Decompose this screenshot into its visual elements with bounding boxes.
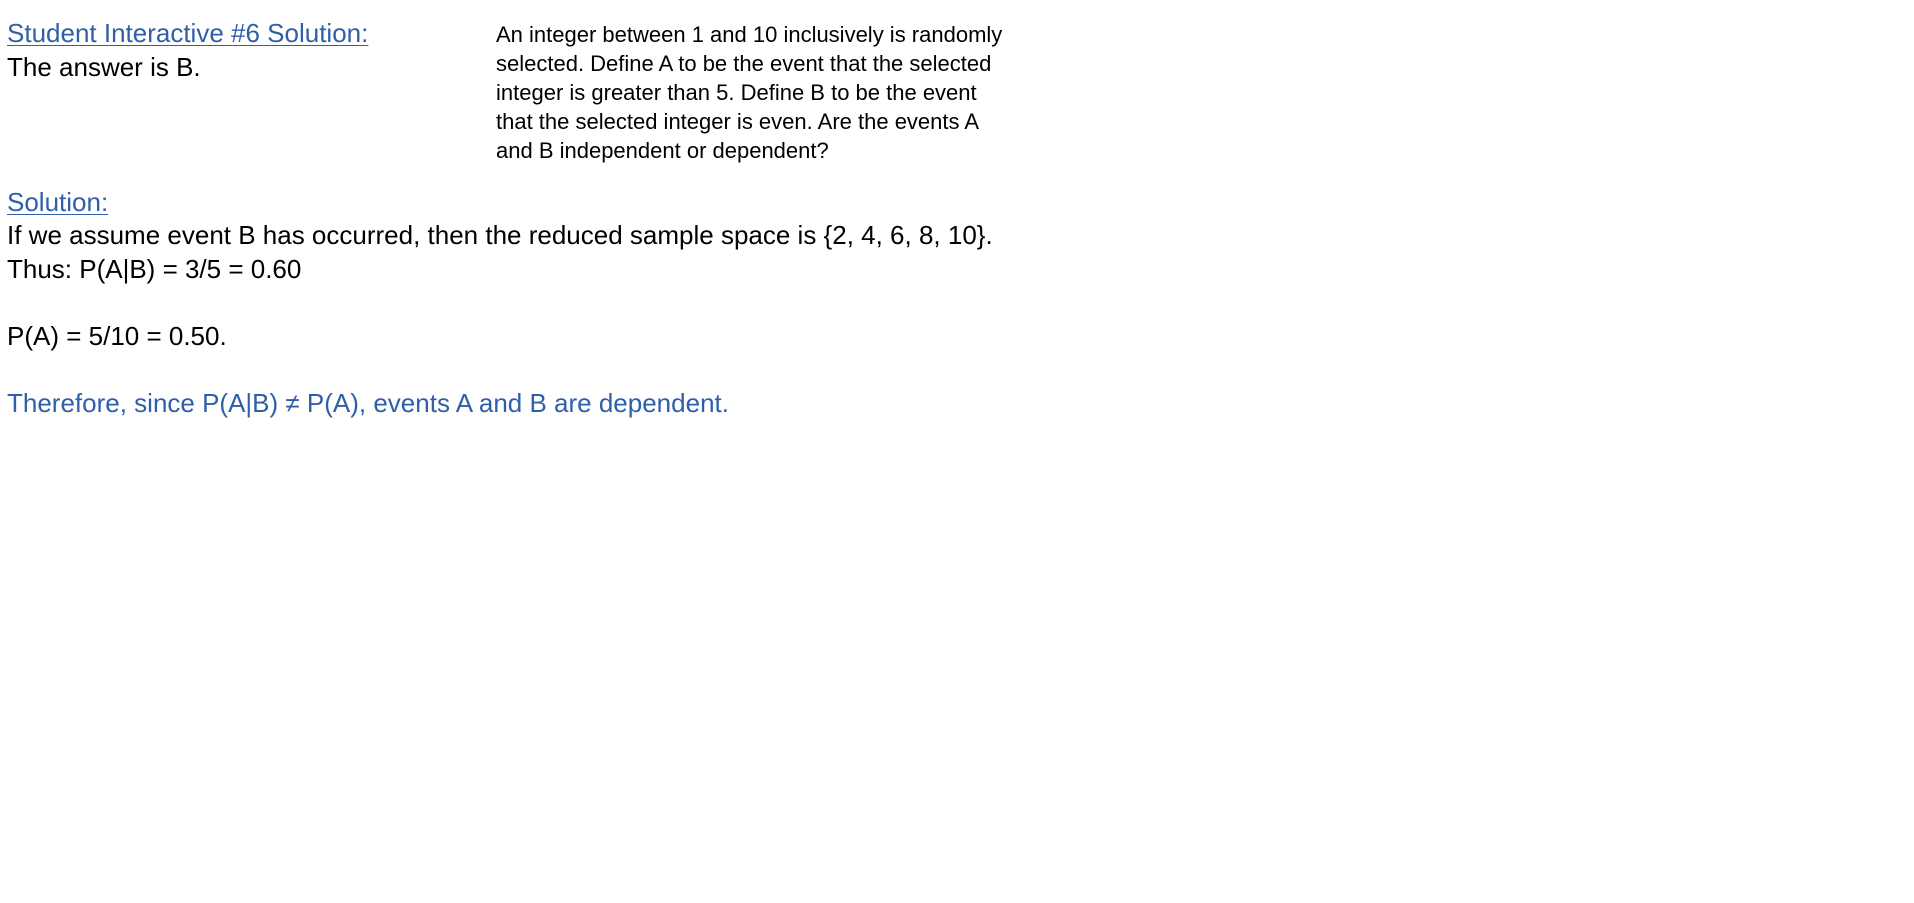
answer-text: The answer is B. <box>7 52 201 82</box>
solution-line-conditional-probability: Thus: P(A|B) = 3/5 = 0.60 <box>7 254 302 284</box>
solution-line-probability-a: P(A) = 5/10 = 0.50. <box>7 321 227 351</box>
solution-line-sample-space: If we assume event B has occurred, then … <box>7 220 993 250</box>
question-text: An integer between 1 and 10 inclusively … <box>496 22 1003 163</box>
solution-conclusion: Therefore, since P(A|B) ≠ P(A), events A… <box>7 388 729 418</box>
solution-heading: Solution: <box>7 187 109 217</box>
page-title: Student Interactive #6 Solution: <box>7 18 369 48</box>
